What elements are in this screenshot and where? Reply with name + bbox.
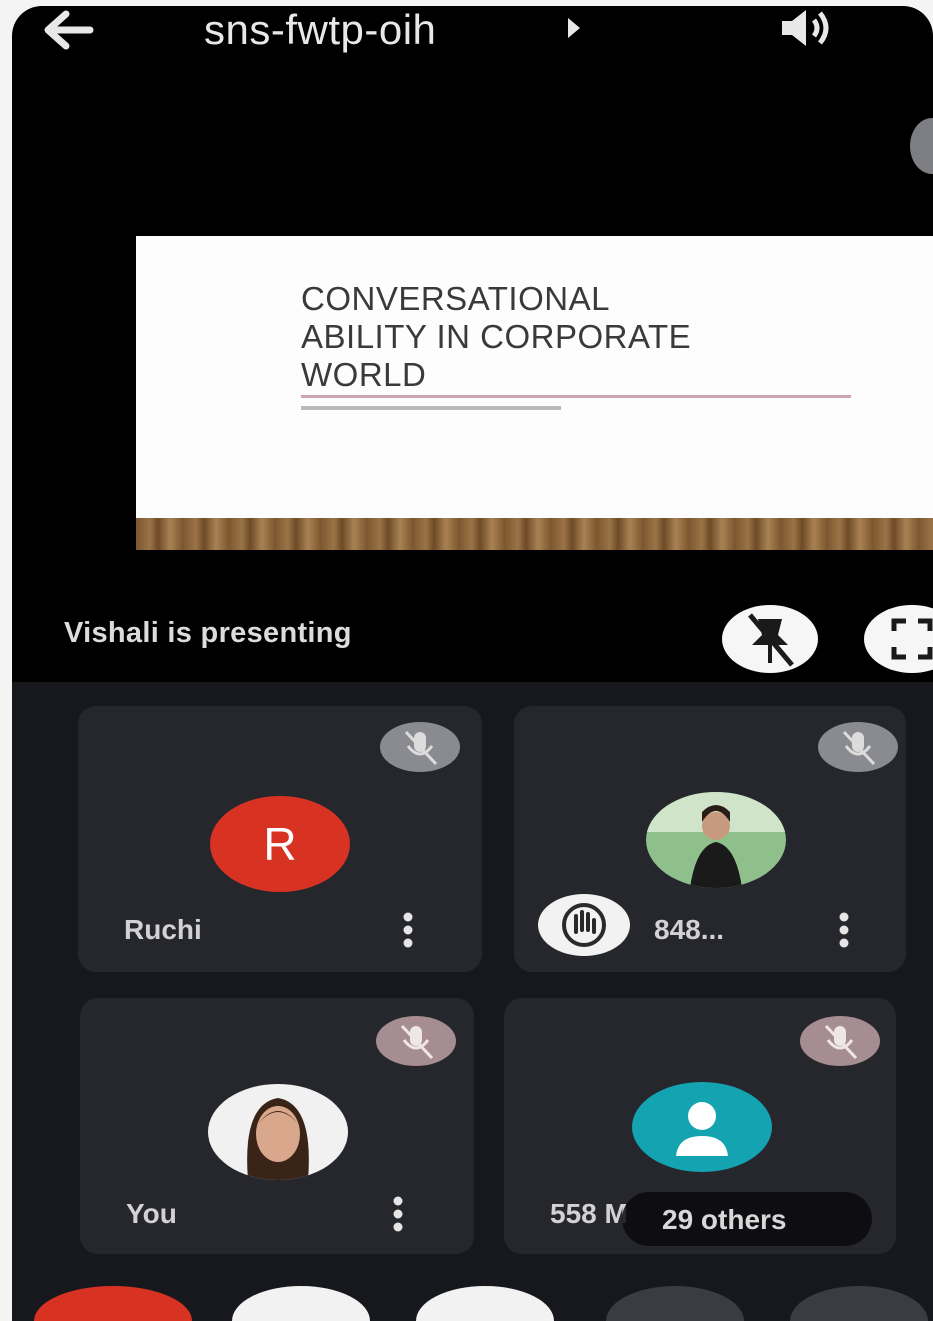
mic-off-icon <box>842 730 876 766</box>
profile-photo <box>208 1084 348 1180</box>
avatar <box>632 1082 772 1172</box>
participant-name: Ruchi <box>124 914 202 945</box>
speaker-button[interactable] <box>776 6 838 50</box>
presenting-label: Vishali is presenting <box>64 617 352 649</box>
participant-name: 558 M <box>550 1198 628 1229</box>
mic-off-icon <box>404 730 438 766</box>
profile-photo <box>646 792 786 888</box>
participant-name: 848... <box>654 914 725 945</box>
back-button[interactable] <box>38 8 98 52</box>
raised-hand-icon <box>562 903 606 947</box>
presenting-bar: Vishali is presenting <box>12 602 933 682</box>
call-controls <box>12 1286 933 1321</box>
meeting-code[interactable]: sns-fwtp-oih <box>204 6 436 54</box>
mic-off-badge <box>818 722 898 772</box>
mic-button[interactable] <box>416 1286 554 1321</box>
more-vert-icon <box>403 912 413 948</box>
slide-wood-floor <box>136 518 933 550</box>
slide-subtitle-blur <box>301 406 561 410</box>
raise-hand-button[interactable] <box>606 1286 744 1321</box>
meet-screen: sns-fwtp-oih CONVERSATIONAL ABILITY IN C… <box>12 6 933 1321</box>
others-count: 29 others <box>662 1204 787 1235</box>
avatar: R <box>210 796 350 892</box>
mic-off-badge <box>800 1016 880 1066</box>
mic-off-badge <box>380 722 460 772</box>
camera-button[interactable] <box>232 1286 370 1321</box>
unpin-icon <box>748 613 794 667</box>
person-icon <box>676 1102 728 1156</box>
meeting-details-button[interactable] <box>564 14 584 42</box>
slide-divider <box>301 395 851 398</box>
speaker-icon <box>782 10 829 46</box>
mic-off-badge <box>376 1016 456 1066</box>
back-arrow-icon <box>44 10 94 50</box>
shared-screen: CONVERSATIONAL ABILITY IN CORPORATE WORL… <box>136 236 933 550</box>
more-options-button[interactable] <box>790 1286 928 1321</box>
mic-off-icon <box>824 1024 858 1060</box>
participant-options-button[interactable] <box>832 910 856 950</box>
participant-options-button[interactable] <box>386 1194 410 1234</box>
fullscreen-button[interactable] <box>864 605 933 673</box>
participant-tile-you[interactable]: You <box>80 998 474 1254</box>
participant-tile-848[interactable]: 848... <box>514 706 906 972</box>
mic-off-icon <box>400 1024 434 1060</box>
top-bar: sns-fwtp-oih <box>12 6 933 66</box>
end-call-button[interactable] <box>34 1286 192 1321</box>
unpin-button[interactable] <box>722 605 818 673</box>
raised-hand-badge <box>538 894 630 956</box>
avatar <box>646 792 786 888</box>
others-count-pill[interactable]: 29 others <box>622 1192 872 1246</box>
self-view-bubble[interactable] <box>910 118 933 174</box>
fullscreen-icon <box>891 618 933 660</box>
more-vert-icon <box>393 1196 403 1232</box>
participant-options-button[interactable] <box>396 910 420 950</box>
avatar <box>208 1084 348 1180</box>
more-vert-icon <box>839 912 849 948</box>
slide-title: CONVERSATIONAL ABILITY IN CORPORATE WORL… <box>301 280 692 393</box>
participant-name: You <box>126 1198 177 1229</box>
chevron-right-icon <box>568 18 580 38</box>
participant-tile-ruchi[interactable]: R Ruchi <box>78 706 482 972</box>
